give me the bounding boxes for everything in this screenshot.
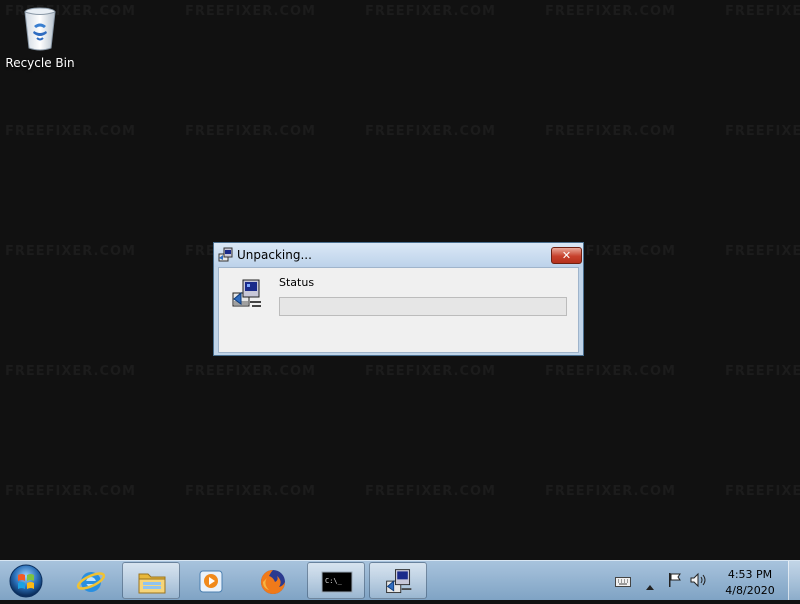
status-label: Status <box>279 276 315 289</box>
clock-time: 4:53 PM <box>727 568 773 581</box>
watermark-text: FREEFIXER.COM <box>185 364 316 379</box>
watermark-text: FREEFIXER.COM <box>365 484 496 499</box>
close-button[interactable]: ✕ <box>551 247 582 264</box>
watermark-text: FREEFIXER.COM <box>725 124 800 139</box>
dialog-body: Status <box>218 267 579 353</box>
start-button[interactable] <box>7 562 45 600</box>
close-icon: ✕ <box>561 249 572 262</box>
watermark-text: FREEFIXER.COM <box>5 364 136 379</box>
windows-start-orb <box>9 564 43 598</box>
watermark-text: FREEFIXER.COM <box>545 4 676 19</box>
taskbar-file-explorer[interactable] <box>122 562 180 599</box>
svg-text:C:\_: C:\_ <box>325 577 343 585</box>
watermark-text: FREEFIXER.COM <box>725 364 800 379</box>
watermark-text: FREEFIXER.COM <box>185 124 316 139</box>
recycle-bin-label: Recycle Bin <box>5 56 75 70</box>
watermark-text: FREEFIXER.COM <box>545 484 676 499</box>
clock-date: 4/8/2020 <box>725 584 775 597</box>
installer-icon <box>218 247 234 263</box>
watermark-text: FREEFIXER.COM <box>545 124 676 139</box>
action-center-flag-icon[interactable] <box>667 572 683 592</box>
watermark-text: FREEFIXER.COM <box>365 4 496 19</box>
watermark-text: FREEFIXER.COM <box>365 364 496 379</box>
watermark-text: FREEFIXER.COM <box>185 4 316 19</box>
watermark-text: FREEFIXER.COM <box>185 484 316 499</box>
unpacking-dialog: Unpacking... ✕ Status <box>213 242 584 356</box>
firefox-icon <box>261 570 285 594</box>
watermark-text: FREEFIXER.COM <box>5 244 136 259</box>
watermark-text: FREEFIXER.COM <box>545 364 676 379</box>
desktop-icon-recycle-bin[interactable]: Recycle Bin <box>4 6 76 76</box>
internet-explorer-icon <box>76 572 106 592</box>
progress-bar <box>279 297 567 316</box>
taskbar-firefox[interactable] <box>244 562 302 599</box>
taskbar-internet-explorer[interactable] <box>62 562 120 599</box>
keyboard-icon[interactable] <box>615 573 631 592</box>
taskbar-media-player[interactable] <box>182 562 240 599</box>
watermark-text: FREEFIXER.COM <box>5 124 136 139</box>
dialog-titlebar[interactable]: Unpacking... ✕ <box>214 243 583 267</box>
watermark-text: FREEFIXER.COM <box>725 244 800 259</box>
folder-icon <box>138 573 166 594</box>
volume-icon[interactable] <box>690 572 708 592</box>
watermark-text: FREEFIXER.COM <box>5 484 136 499</box>
watermark-text: FREEFIXER.COM <box>725 4 800 19</box>
taskbar-command-prompt[interactable]: C:\_ <box>307 562 365 599</box>
show-hidden-icons-arrow[interactable] <box>645 576 655 595</box>
installer-icon <box>230 277 264 311</box>
command-prompt-icon: C:\_ <box>321 571 353 593</box>
recycle-bin-icon <box>22 6 58 52</box>
taskbar-installer[interactable] <box>369 562 427 599</box>
system-clock[interactable]: 4:53 PM 4/8/2020 <box>716 567 784 599</box>
watermark-text: FREEFIXER.COM <box>725 484 800 499</box>
dialog-title: Unpacking... <box>237 248 312 262</box>
taskbar: C:\_ 4:53 PM 4/8/2020 <box>0 560 800 600</box>
watermark-text: FREEFIXER.COM <box>365 124 496 139</box>
media-player-icon <box>199 570 223 593</box>
show-desktop-button[interactable] <box>788 561 800 600</box>
desktop: FREEFIXER.COM FREEFIXER.COM FREEFIXER.COM F… <box>0 0 800 560</box>
installer-icon <box>386 569 412 594</box>
